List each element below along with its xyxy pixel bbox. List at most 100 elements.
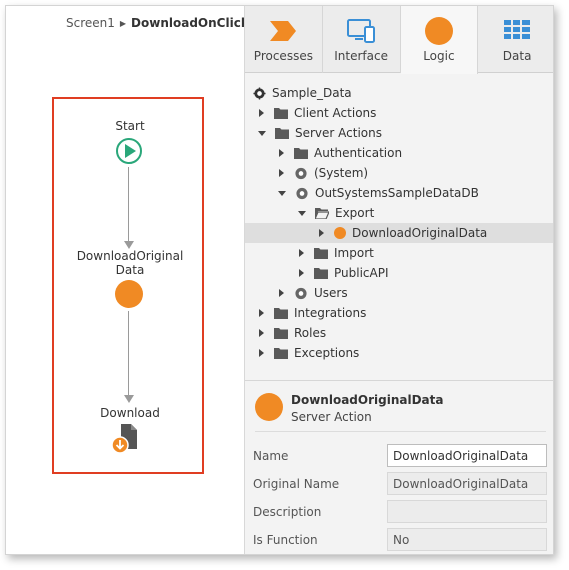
- download-node-label: Download: [100, 406, 160, 420]
- property-label: Description: [253, 505, 322, 519]
- property-row-name: Name DownloadOriginalData: [253, 444, 548, 468]
- property-label: Original Name: [253, 477, 340, 491]
- is-function-select[interactable]: No: [387, 528, 547, 551]
- breadcrumb-separator-icon: ▶: [119, 18, 127, 28]
- property-row-original-name: Original Name DownloadOriginalData: [253, 472, 548, 496]
- expand-caret-icon[interactable]: [259, 109, 264, 117]
- tree-item-label: Export: [335, 206, 375, 220]
- breadcrumb-screen-link[interactable]: Screen1: [66, 16, 115, 30]
- breadcrumb: Screen1 ▶ DownloadOnClick: [66, 16, 249, 30]
- properties-divider: [255, 431, 546, 432]
- tree-item-label: Client Actions: [294, 106, 377, 120]
- tab-processes-label: Processes: [253, 49, 313, 63]
- layer-tabs: Processes Interface Logic Data: [245, 6, 553, 74]
- expand-caret-icon[interactable]: [279, 149, 284, 157]
- start-node-label: Start: [115, 119, 145, 133]
- connector-arrowhead: [124, 395, 134, 403]
- properties-header: DownloadOriginalData Server Action: [255, 389, 550, 429]
- name-field[interactable]: DownloadOriginalData: [387, 444, 547, 467]
- processes-icon: [270, 21, 297, 41]
- properties-title: DownloadOriginalData: [291, 393, 444, 407]
- property-label: Name: [253, 449, 289, 463]
- download-node-icon[interactable]: [109, 421, 143, 455]
- original-name-field: DownloadOriginalData: [387, 472, 547, 495]
- tree-item-label: DownloadOriginalData: [352, 226, 488, 240]
- tree-item-label: Import: [334, 246, 374, 260]
- property-label: Is Function: [253, 533, 318, 547]
- tree-item-import[interactable]: Import: [245, 243, 553, 263]
- module-root-icon: [253, 86, 266, 100]
- tree-root-label: Sample_Data: [272, 86, 352, 100]
- tree-item-export[interactable]: Export: [245, 203, 553, 223]
- folder-icon: [294, 148, 308, 159]
- expand-caret-icon[interactable]: [279, 169, 284, 177]
- tree-item-label: Exceptions: [294, 346, 360, 360]
- expand-caret-icon[interactable]: [259, 349, 264, 357]
- tree-item-authentication[interactable]: Authentication: [245, 143, 553, 163]
- tree-item-integrations[interactable]: Integrations: [245, 303, 553, 323]
- tree-item-system[interactable]: (System): [245, 163, 553, 183]
- folder-icon: [274, 108, 288, 119]
- tree-item-label: (System): [314, 166, 369, 180]
- logic-icon: [424, 17, 453, 45]
- folder-icon: [275, 128, 289, 139]
- expand-caret-icon[interactable]: [259, 329, 264, 337]
- side-panel: Processes Interface Logic Data Sample_Da…: [244, 6, 553, 554]
- property-row-is-function: Is Function No: [253, 528, 548, 552]
- open-folder-icon: [315, 208, 329, 219]
- property-row-description: Description: [253, 500, 548, 524]
- expand-caret-icon[interactable]: [259, 309, 264, 317]
- action-node-label: DownloadOriginal Data: [54, 249, 206, 277]
- tree-item-label: Roles: [294, 326, 327, 340]
- tab-interface[interactable]: Interface: [323, 6, 401, 73]
- action-node-label-line1: DownloadOriginal: [76, 249, 184, 263]
- tab-processes[interactable]: Processes: [245, 6, 323, 73]
- expand-caret-icon[interactable]: [279, 289, 284, 297]
- tree-item-server-actions[interactable]: Server Actions: [245, 123, 553, 143]
- folder-icon: [274, 348, 288, 359]
- folder-icon: [274, 328, 288, 339]
- start-node-icon[interactable]: [115, 137, 143, 165]
- folder-icon: [274, 308, 288, 319]
- tab-logic[interactable]: Logic: [400, 6, 479, 74]
- expand-caret-icon[interactable]: [299, 249, 304, 257]
- properties-panel: DownloadOriginalData Server Action Name …: [245, 380, 553, 554]
- tree-item-download-original-data[interactable]: DownloadOriginalData: [245, 223, 553, 243]
- tree-item-users[interactable]: Users: [245, 283, 553, 303]
- server-action-icon: [334, 227, 346, 239]
- flow-connector: [128, 311, 129, 395]
- flow-canvas[interactable]: Screen1 ▶ DownloadOnClick Start Download…: [6, 6, 249, 554]
- highlighted-flow-region: Start DownloadOriginal Data Download: [52, 97, 204, 474]
- tree-item-label: Server Actions: [295, 126, 382, 140]
- collapse-caret-icon[interactable]: [278, 190, 286, 196]
- properties-subtitle: Server Action: [291, 410, 372, 424]
- folder-icon: [314, 268, 328, 279]
- connector-arrowhead: [124, 241, 134, 249]
- breadcrumb-current: DownloadOnClick: [131, 16, 249, 30]
- interface-icon: [347, 19, 376, 43]
- collapse-caret-icon[interactable]: [258, 130, 266, 136]
- tree-item-client-actions[interactable]: Client Actions: [245, 103, 553, 123]
- data-icon: [504, 20, 531, 39]
- expand-caret-icon[interactable]: [319, 229, 324, 237]
- tree-root[interactable]: Sample_Data: [245, 83, 553, 103]
- expand-caret-icon[interactable]: [299, 269, 304, 277]
- flow-connector: [128, 167, 129, 241]
- server-action-icon: [255, 393, 283, 421]
- service-studio-window: Screen1 ▶ DownloadOnClick Start Download…: [5, 5, 554, 555]
- tree-item-public-api[interactable]: PublicAPI: [245, 263, 553, 283]
- tree-item-exceptions[interactable]: Exceptions: [245, 343, 553, 363]
- tree-item-label: PublicAPI: [334, 266, 389, 280]
- collapse-caret-icon[interactable]: [298, 210, 306, 216]
- module-icon: [295, 287, 307, 299]
- tree-item-outsystems-sample-data-db[interactable]: OutSystemsSampleDataDB: [245, 183, 553, 203]
- tree-item-label: OutSystemsSampleDataDB: [315, 186, 479, 200]
- action-node-label-line2: Data: [115, 263, 145, 277]
- description-field[interactable]: [387, 500, 547, 523]
- server-action-node-icon[interactable]: [115, 280, 143, 308]
- tree-item-roles[interactable]: Roles: [245, 323, 553, 343]
- tree-item-label: Authentication: [314, 146, 403, 160]
- logic-tree: Sample_Data Client Actions Server Action…: [245, 78, 553, 378]
- module-icon: [295, 167, 307, 179]
- tab-data[interactable]: Data: [478, 6, 553, 73]
